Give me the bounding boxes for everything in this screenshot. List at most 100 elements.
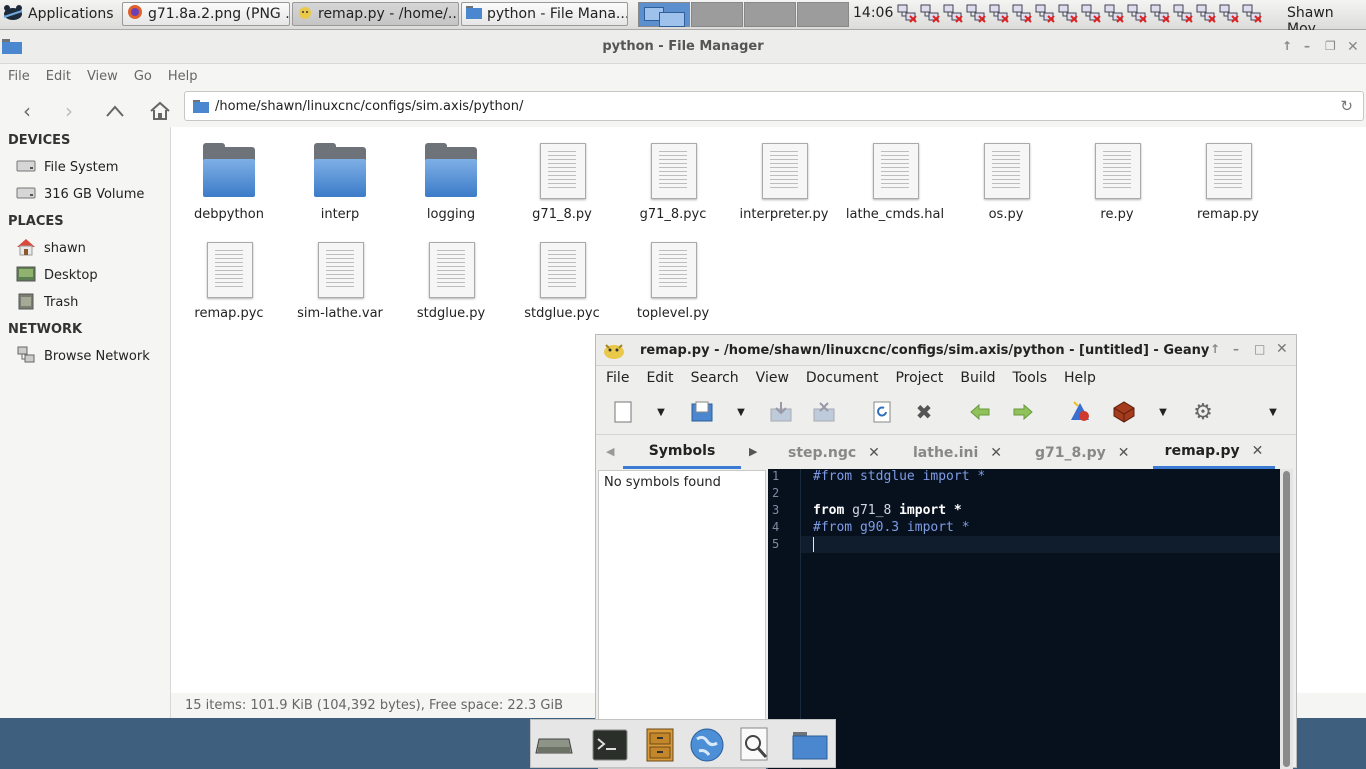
menu-edit[interactable]: Edit	[46, 69, 71, 84]
dock-drive-launcher[interactable]	[535, 726, 573, 764]
maximize-up-icon[interactable]: ↑	[1282, 39, 1292, 53]
menu-project[interactable]: Project	[895, 370, 943, 386]
navigate-forward-button[interactable]	[1009, 398, 1037, 426]
network-disconnected-icon[interactable]	[1012, 3, 1033, 24]
menu-document[interactable]: Document	[806, 370, 879, 386]
network-disconnected-icon[interactable]	[943, 3, 964, 24]
navigate-back-button[interactable]	[966, 398, 994, 426]
file-item[interactable]: toplevel.py	[618, 240, 728, 321]
tab-symbols[interactable]: Symbols	[623, 436, 741, 469]
network-disconnected-icon[interactable]	[1196, 3, 1217, 24]
reload-button[interactable]	[868, 398, 896, 426]
tab-step-ngc[interactable]: step.ngc ✕	[788, 436, 880, 469]
network-disconnected-icon[interactable]	[1104, 3, 1125, 24]
menu-file[interactable]: File	[8, 69, 30, 84]
new-file-button[interactable]	[609, 398, 637, 426]
back-button[interactable]: ‹	[14, 98, 40, 124]
file-item[interactable]: sim-lathe.var	[285, 240, 395, 321]
build-options-dropdown[interactable]: ▼	[1149, 398, 1177, 426]
network-disconnected-icon[interactable]	[1127, 3, 1148, 24]
file-item[interactable]: re.py	[1062, 141, 1172, 222]
workspace-1[interactable]	[638, 2, 690, 27]
menu-help[interactable]: Help	[168, 69, 198, 84]
menu-view[interactable]: View	[87, 69, 118, 84]
file-item[interactable]: stdglue.py	[396, 240, 506, 321]
save-all-button[interactable]	[810, 398, 838, 426]
new-from-template-dropdown[interactable]: ▼	[647, 398, 675, 426]
build-button[interactable]	[1110, 398, 1138, 426]
close-file-button[interactable]: ✖	[910, 398, 938, 426]
network-disconnected-icon[interactable]	[897, 3, 918, 24]
menu-view[interactable]: View	[756, 370, 789, 386]
toolbar-overflow-dropdown[interactable]: ▼	[1259, 398, 1287, 426]
network-disconnected-icon[interactable]	[1035, 3, 1056, 24]
maximize-up-icon[interactable]: ↑	[1210, 342, 1220, 356]
maximize-button[interactable]: □	[1254, 342, 1265, 356]
file-item[interactable]: remap.pyc	[174, 240, 284, 321]
folder-item[interactable]: debpython	[174, 141, 284, 222]
sidebar-item-shawn[interactable]: shawn	[0, 235, 170, 262]
file-item[interactable]: lathe_cmds.hal	[840, 141, 950, 222]
file-manager-titlebar[interactable]: python - File Manager ↑ – ❐ ✕	[0, 30, 1366, 64]
tab-remap-py[interactable]: remap.py ✕	[1153, 436, 1275, 469]
taskbar-item-geany[interactable]: remap.py - /home/...	[292, 2, 459, 26]
applications-menu-button[interactable]: Applications	[2, 2, 114, 26]
sidebar-item-browse-network[interactable]: Browse Network	[0, 343, 170, 370]
geany-titlebar[interactable]: remap.py - /home/shawn/linuxcnc/configs/…	[596, 335, 1296, 366]
dock-folder-launcher[interactable]	[791, 726, 829, 764]
sidebar-item-trash[interactable]: Trash	[0, 289, 170, 316]
dock-terminal-launcher[interactable]	[591, 726, 629, 764]
scroll-right-icon[interactable]: ▶	[749, 445, 757, 458]
code-editor[interactable]: 1 2 3 4 5 #from stdglue import * from g7…	[768, 469, 1280, 769]
network-disconnected-icon[interactable]	[1150, 3, 1171, 24]
open-file-button[interactable]	[688, 398, 716, 426]
forward-button[interactable]: ›	[56, 98, 82, 124]
close-tab-icon[interactable]: ✕	[990, 445, 1002, 461]
close-tab-icon[interactable]: ✕	[868, 445, 880, 461]
taskbar-item-file-manager[interactable]: python - File Mana...	[461, 2, 628, 26]
dock-file-cabinet-launcher[interactable]	[641, 726, 679, 764]
network-disconnected-icon[interactable]	[920, 3, 941, 24]
taskbar-item-firefox[interactable]: g71.8a.2.png (PNG ...	[122, 2, 290, 26]
execute-button[interactable]: ⚙	[1189, 398, 1217, 426]
folder-item[interactable]: interp	[285, 141, 395, 222]
location-bar[interactable]: /home/shawn/linuxcnc/configs/sim.axis/py…	[184, 91, 1364, 121]
sidebar-item-file-system[interactable]: File System	[0, 154, 170, 181]
dock-search-launcher[interactable]	[737, 726, 775, 764]
minimize-button[interactable]: –	[1304, 39, 1310, 53]
minimize-button[interactable]: –	[1233, 342, 1239, 356]
recent-files-dropdown[interactable]: ▼	[727, 398, 755, 426]
menu-search[interactable]: Search	[691, 370, 739, 386]
network-disconnected-icon[interactable]	[1058, 3, 1079, 24]
file-item[interactable]: remap.py	[1173, 141, 1283, 222]
menu-edit[interactable]: Edit	[646, 370, 673, 386]
file-item[interactable]: interpreter.py	[729, 141, 839, 222]
tab-g71-8-py[interactable]: g71_8.py ✕	[1035, 436, 1129, 469]
file-item[interactable]: g71_8.py	[507, 141, 617, 222]
menu-file[interactable]: File	[606, 370, 629, 386]
workspace-4[interactable]	[797, 2, 849, 27]
folder-item[interactable]: logging	[396, 141, 506, 222]
editor-scrollbar[interactable]	[1280, 469, 1293, 769]
sidebar-item-volume[interactable]: 316 GB Volume	[0, 181, 170, 208]
scrollbar-thumb[interactable]	[1283, 471, 1290, 767]
menu-help[interactable]: Help	[1064, 370, 1096, 386]
tab-lathe-ini[interactable]: lathe.ini ✕	[913, 436, 1002, 469]
close-button[interactable]: ✕	[1347, 39, 1359, 55]
save-button[interactable]	[767, 398, 795, 426]
network-disconnected-icon[interactable]	[1219, 3, 1240, 24]
close-tab-icon[interactable]: ✕	[1118, 445, 1130, 461]
home-button[interactable]	[147, 98, 173, 124]
menu-go[interactable]: Go	[134, 69, 152, 84]
refresh-icon[interactable]: ↻	[1340, 97, 1353, 115]
close-tab-icon[interactable]: ✕	[1252, 443, 1264, 459]
network-disconnected-icon[interactable]	[989, 3, 1010, 24]
file-item[interactable]: os.py	[951, 141, 1061, 222]
network-disconnected-icon[interactable]	[1081, 3, 1102, 24]
workspace-3[interactable]	[744, 2, 796, 27]
menu-build[interactable]: Build	[960, 370, 995, 386]
sidebar-item-desktop[interactable]: Desktop	[0, 262, 170, 289]
restore-button[interactable]: ❐	[1325, 39, 1336, 53]
up-button[interactable]	[102, 98, 128, 124]
file-item[interactable]: stdglue.pyc	[507, 240, 617, 321]
